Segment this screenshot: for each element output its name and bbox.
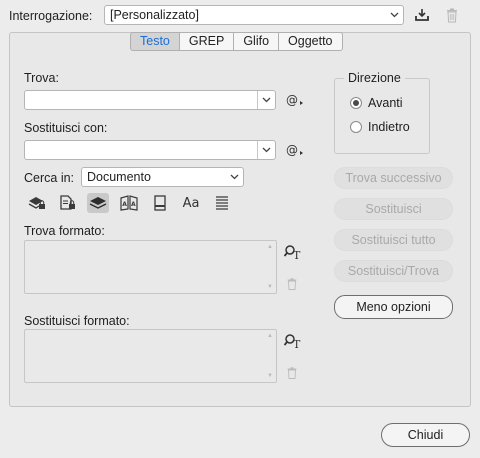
include-footnotes-icon[interactable] [149, 194, 171, 212]
search-in-value: Documento [87, 170, 151, 184]
case-sensitive-icon[interactable]: Aa [180, 194, 202, 212]
whole-word-icon[interactable] [211, 194, 233, 212]
case-sensitive-text: Aa [182, 195, 200, 211]
tab-testo[interactable]: Testo [130, 32, 180, 51]
svg-text:@: @ [286, 93, 298, 107]
specify-find-format-icon[interactable]: T [283, 243, 303, 261]
clear-replace-format-icon[interactable] [285, 365, 299, 381]
tab-glifo[interactable]: Glifo [234, 32, 280, 51]
find-format-label: Trova formato: [24, 224, 105, 238]
find-next-button[interactable]: Trova successivo [334, 167, 453, 189]
scroll-up-icon: ▲ [267, 244, 273, 250]
replace-find-button[interactable]: Sostituisci/Trova [334, 260, 453, 282]
chevron-down-icon [257, 141, 275, 159]
scroll-down-icon: ▼ [267, 284, 273, 290]
replace-button[interactable]: Sostituisci [334, 198, 453, 220]
svg-text:@: @ [286, 143, 298, 157]
svg-text:A: A [131, 201, 136, 208]
specify-replace-format-icon[interactable]: T [283, 332, 303, 350]
find-label: Trova: [24, 71, 59, 85]
search-in-label: Cerca in: [24, 171, 75, 185]
direction-backward-label: Indietro [368, 120, 410, 134]
direction-label: Direzione [344, 71, 405, 85]
scroll-down-icon: ▼ [267, 373, 273, 379]
svg-text:T: T [293, 338, 301, 349]
delete-query-icon[interactable] [443, 6, 461, 24]
special-chars-icon[interactable]: @ [285, 140, 305, 160]
tab-bar: Testo GREP Glifo Oggetto [130, 32, 343, 51]
direction-forward-label: Avanti [368, 96, 403, 110]
include-master-pages-icon[interactable]: A A [118, 194, 140, 212]
tab-oggetto[interactable]: Oggetto [279, 32, 343, 51]
svg-text:T: T [293, 249, 301, 260]
tab-grep[interactable]: GREP [179, 32, 235, 51]
close-button[interactable]: Chiudi [381, 423, 470, 447]
fewer-options-button[interactable]: Meno opzioni [334, 295, 453, 319]
find-format-box[interactable]: ▲ ▼ [24, 240, 277, 294]
direction-backward[interactable]: Indietro [350, 120, 410, 134]
scroll-up-icon: ▲ [267, 333, 273, 339]
query-select[interactable]: [Personalizzato] [104, 5, 404, 25]
find-input[interactable] [24, 90, 276, 110]
direction-group [334, 78, 430, 154]
replace-label: Sostituisci con: [24, 121, 108, 135]
chevron-down-icon [385, 6, 403, 24]
clear-find-format-icon[interactable] [285, 276, 299, 292]
include-locked-layers-icon[interactable] [26, 194, 48, 212]
replace-format-label: Sostituisci formato: [24, 314, 130, 328]
radio-forward[interactable] [350, 97, 362, 109]
query-label: Interrogazione: [9, 9, 93, 23]
chevron-down-icon [225, 168, 243, 186]
query-value: [Personalizzato] [110, 8, 199, 22]
svg-text:A: A [122, 201, 127, 208]
replace-format-box[interactable]: ▲ ▼ [24, 329, 277, 383]
include-hidden-layers-icon[interactable] [87, 193, 109, 213]
save-query-icon[interactable] [412, 6, 432, 24]
chevron-down-icon [257, 91, 275, 109]
special-chars-icon[interactable]: @ [285, 90, 305, 110]
include-locked-stories-icon[interactable] [57, 194, 79, 212]
search-in-select[interactable]: Documento [81, 167, 244, 187]
replace-input[interactable] [24, 140, 276, 160]
radio-backward[interactable] [350, 121, 362, 133]
direction-forward[interactable]: Avanti [350, 96, 403, 110]
replace-all-button[interactable]: Sostituisci tutto [334, 229, 453, 251]
